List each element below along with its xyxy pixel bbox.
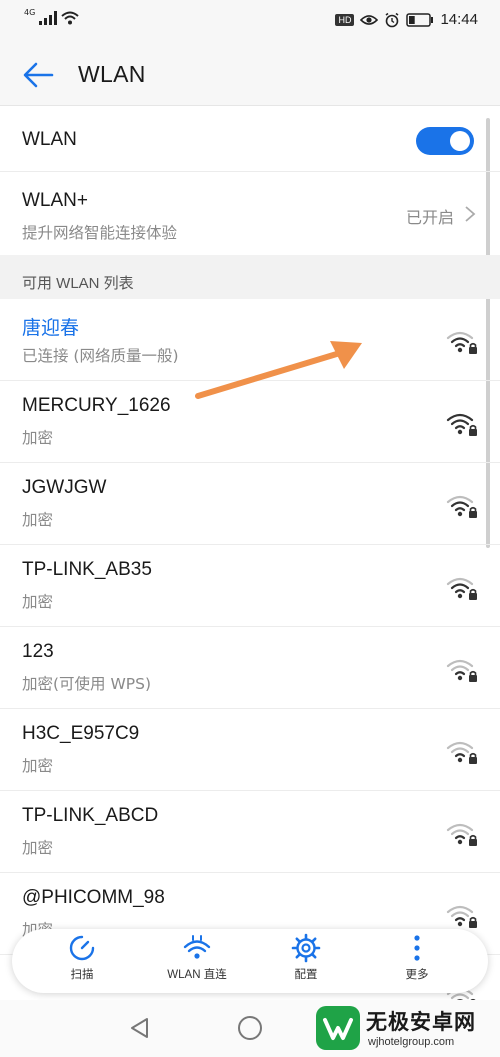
network-name: TP-LINK_AB35 — [22, 559, 152, 580]
signal-icon — [39, 11, 58, 25]
network-name: JGWJGW — [22, 477, 107, 498]
scan-button[interactable]: 扫描 — [34, 933, 130, 989]
network-name: 唐迎春 — [22, 318, 80, 339]
network-status: 已连接 (网络质量一般) — [22, 347, 179, 365]
gear-icon — [291, 933, 321, 963]
watermark-title: 无极安卓网 — [366, 1010, 476, 1034]
wifi-status-icon — [61, 11, 79, 25]
eye-icon — [360, 14, 379, 25]
back-arrow-icon[interactable] — [22, 60, 54, 90]
wlan-plus-label: WLAN+ — [22, 190, 88, 211]
network-row[interactable]: JGWJGW 加密 — [0, 463, 500, 545]
network-row[interactable]: TP-LINK_AB35 加密 — [0, 545, 500, 627]
watermark-logo — [316, 1006, 360, 1050]
wifi-lock-icon — [446, 331, 477, 354]
page-title: WLAN — [78, 61, 146, 87]
config-button[interactable]: 配置 — [258, 933, 354, 989]
wifi-lock-icon — [446, 823, 477, 846]
clock: 14:44 — [440, 11, 478, 28]
network-status: 加密 — [22, 511, 54, 529]
bottom-action-bar: 扫描 WLAN 直连 配置 更多 — [12, 929, 488, 993]
network-name: MERCURY_1626 — [22, 395, 171, 416]
wifi-lock-icon — [446, 495, 477, 518]
network-name: TP-LINK_ABCD — [22, 805, 159, 826]
wlan-plus-value: 已开启 — [405, 208, 454, 227]
wifi-direct-icon — [183, 935, 211, 959]
network-name: 123 — [22, 641, 54, 662]
wifi-lock-icon — [446, 741, 477, 764]
network-row[interactable]: TP-LINK_ABCD 加密 — [0, 791, 500, 873]
watermark-url: wjhotelgroup.com — [368, 1036, 455, 1048]
switch-knob — [450, 131, 470, 151]
refresh-icon — [69, 935, 95, 961]
wifi-lock-icon — [446, 413, 477, 436]
more-label: 更多 — [405, 969, 429, 981]
network-row[interactable]: H3C_E957C9 加密 — [0, 709, 500, 791]
wlan-toggle-row[interactable]: WLAN — [0, 108, 500, 172]
wifi-lock-icon — [446, 577, 477, 600]
circle-home-icon[interactable] — [238, 1016, 262, 1040]
network-name: @PHICOMM_98 — [22, 887, 165, 908]
network-name: H3C_E957C9 — [22, 723, 140, 744]
config-label: 配置 — [294, 969, 318, 981]
alarm-icon — [385, 12, 399, 27]
status-bar: 4G HD 14:44 — [0, 0, 500, 42]
network-row[interactable]: 123 加密(可使用 WPS) — [0, 627, 500, 709]
network-status: 加密 — [22, 839, 54, 857]
network-status: 加密 — [22, 593, 54, 611]
wlan-label: WLAN — [22, 129, 77, 150]
watermark: 无极安卓网 wjhotelgroup.com — [300, 1000, 500, 1057]
wifi-lock-icon — [446, 659, 477, 682]
more-vertical-icon — [414, 935, 420, 961]
network-list: 唐迎春 已连接 (网络质量一般) MERCURY_1626 加密 JGWJGW 加密 TP-… — [0, 299, 500, 1037]
section-header: 可用 WLAN 列表 — [0, 255, 500, 299]
wifi-lock-icon — [446, 905, 477, 928]
wlan-direct-label: WLAN 直连 — [167, 969, 227, 981]
app-bar: WLAN — [0, 42, 500, 106]
wlan-plus-row[interactable]: WLAN+ 提升网络智能连接体验 已开启 — [0, 173, 500, 255]
chevron-right-icon — [465, 206, 476, 222]
status-left: 4G — [24, 7, 79, 25]
scan-label: 扫描 — [70, 969, 94, 981]
wlan-plus-subtitle: 提升网络智能连接体验 — [22, 224, 178, 242]
annotation-arrow — [195, 341, 362, 399]
network-status: 加密 — [22, 429, 54, 447]
hd-badge: HD — [335, 13, 355, 26]
network-status: 加密(可使用 WPS) — [22, 675, 152, 693]
network-status: 加密 — [22, 757, 54, 775]
triangle-back-icon[interactable] — [128, 1016, 150, 1040]
status-right: HD 14:44 — [335, 11, 478, 28]
section-label: 可用 WLAN 列表 — [22, 275, 134, 292]
wlan-direct-button[interactable]: WLAN 直连 — [149, 933, 245, 989]
network-type: 4G — [24, 7, 36, 17]
leaf-logo-icon — [323, 1018, 353, 1040]
wlan-switch[interactable] — [416, 127, 474, 155]
more-button[interactable]: 更多 — [369, 933, 465, 989]
battery-icon — [406, 12, 434, 27]
